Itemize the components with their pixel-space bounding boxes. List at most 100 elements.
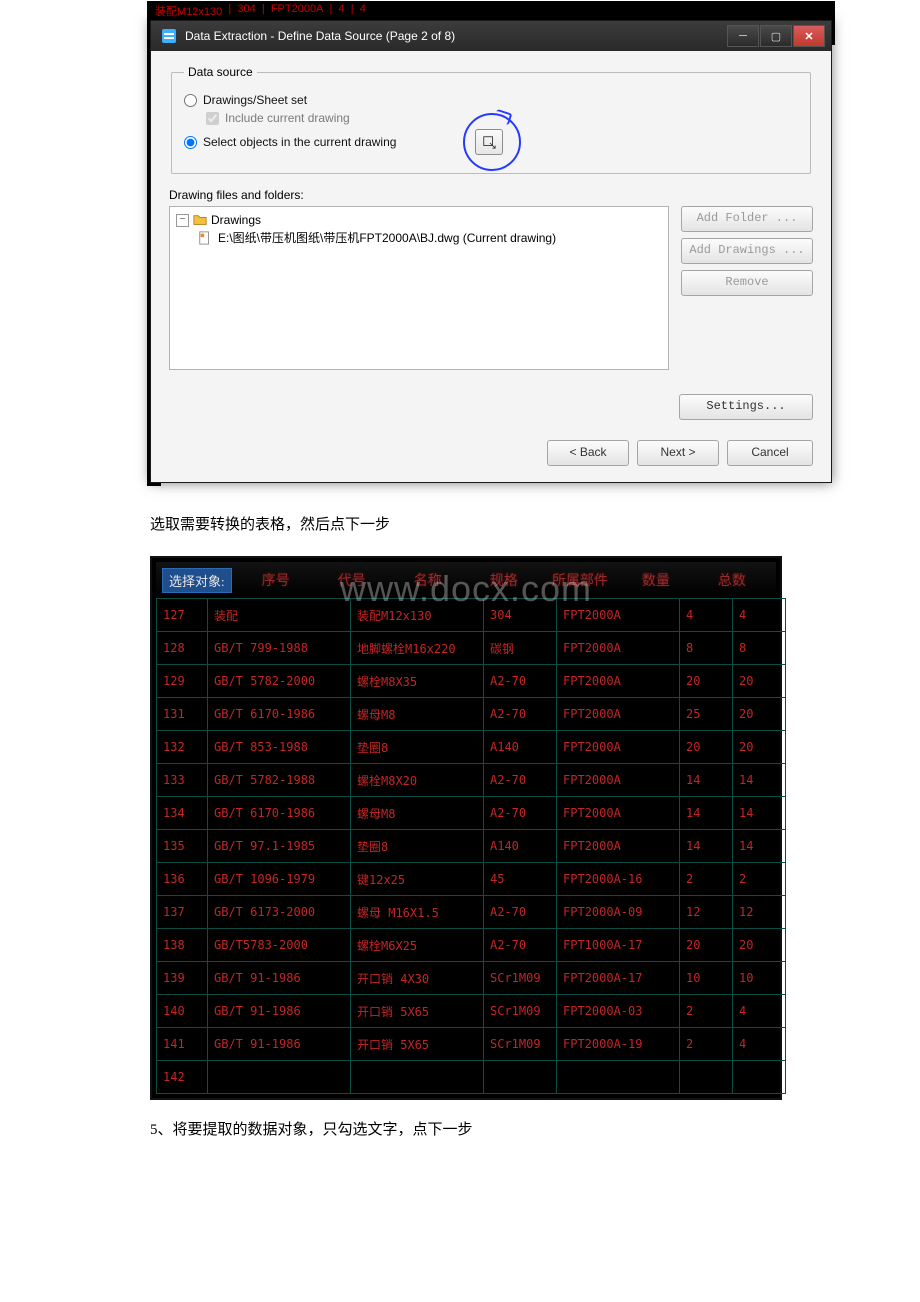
table-cell [680,1061,733,1094]
table-cell: 8 [680,632,733,665]
table-cell [208,1061,351,1094]
table-cell: 2 [680,1028,733,1061]
label-include-current: Include current drawing [225,111,350,125]
table-cell: 10 [733,962,786,995]
table-cell: 20 [733,665,786,698]
close-button[interactable]: ✕ [793,25,825,47]
table-cell: GB/T 1096-1979 [208,863,351,896]
label-drawings-sheetset: Drawings/Sheet set [203,93,307,107]
table-row: 140GB/T 91-1986开口销 5X65SCr1M09FPT2000A-0… [157,995,786,1028]
table-cell: 2 [680,995,733,1028]
next-button[interactable]: Next > [637,440,719,466]
cad-table-screenshot: www.docx.com 选择对象: 序号代号名称规格所属部件数量总数 127装… [150,556,782,1100]
table-cell: 开口销 5X65 [351,995,484,1028]
cad-head-4: 所属部件 [542,570,618,590]
table-cell: 8 [733,632,786,665]
table-cell: SCr1M09 [484,962,557,995]
instruction-text-1: 选取需要转换的表格，然后点下一步 [150,513,840,534]
cad-data-table: 127装配装配M12x130304FPT2000A44128GB/T 799-1… [156,598,786,1094]
table-cell: A2-70 [484,698,557,731]
table-cell: 20 [733,698,786,731]
table-cell [733,1061,786,1094]
table-cell: A2-70 [484,764,557,797]
table-cell: 14 [733,830,786,863]
table-cell: 开口销 5X65 [351,1028,484,1061]
cancel-button[interactable]: Cancel [727,440,813,466]
cad-head-3: 规格 [466,570,542,590]
table-cell: 133 [157,764,208,797]
table-cell: 开口销 4X30 [351,962,484,995]
table-cell: 20 [680,929,733,962]
table-cell: GB/T 5782-1988 [208,764,351,797]
table-row: 133GB/T 5782-1988螺栓M8X20A2-70FPT2000A141… [157,764,786,797]
maximize-button[interactable]: ▢ [760,25,792,47]
table-cell: 20 [680,731,733,764]
table-cell: 螺母M8 [351,698,484,731]
radio-select-objects[interactable] [184,136,197,149]
table-cell: FPT2000A [557,764,680,797]
table-cell: 142 [157,1061,208,1094]
table-cell: GB/T 97.1-1985 [208,830,351,863]
table-cell: 4 [733,995,786,1028]
table-row: 141GB/T 91-1986开口销 5X65SCr1M09FPT2000A-1… [157,1028,786,1061]
titlebar: Data Extraction - Define Data Source (Pa… [151,21,831,51]
table-cell: 4 [680,599,733,632]
table-cell: 135 [157,830,208,863]
table-cell: SCr1M09 [484,1028,557,1061]
table-cell: GB/T 6173-2000 [208,896,351,929]
radio-drawings-sheetset[interactable] [184,94,197,107]
table-cell: 装配 [208,599,351,632]
table-cell: 132 [157,731,208,764]
table-cell: GB/T 853-1988 [208,731,351,764]
table-cell: 131 [157,698,208,731]
table-cell: 129 [157,665,208,698]
table-cell: GB/T5783-2000 [208,929,351,962]
table-cell: FPT2000A [557,731,680,764]
table-cell: 10 [680,962,733,995]
app-icon [161,28,177,44]
table-cell: A2-70 [484,665,557,698]
table-cell: 20 [733,731,786,764]
table-cell: FPT2000A-09 [557,896,680,929]
table-cell: A140 [484,731,557,764]
tree-root-node[interactable]: − Drawings [176,213,662,227]
table-cell: 14 [680,830,733,863]
table-cell: 136 [157,863,208,896]
table-row: 134GB/T 6170-1986螺母M8A2-70FPT2000A1414 [157,797,786,830]
back-button[interactable]: < Back [547,440,629,466]
table-cell: 25 [680,698,733,731]
table-cell: 14 [680,764,733,797]
table-cell: FPT1000A-17 [557,929,680,962]
instruction-text-2: 5、将要提取的数据对象，只勾选文字，点下一步 [150,1118,840,1139]
table-cell: 140 [157,995,208,1028]
table-cell: 14 [680,797,733,830]
pick-objects-button[interactable] [475,129,503,155]
table-cell: GB/T 6170-1986 [208,797,351,830]
table-cell: 20 [733,929,786,962]
add-folder-button[interactable]: Add Folder ... [681,206,813,232]
files-folders-label: Drawing files and folders: [169,188,813,202]
data-extraction-dialog: 装配M12x130 | 304 | FPT2000A | 4 | 4 BBBBB… [150,20,832,483]
table-cell: FPT2000A-19 [557,1028,680,1061]
cad-head-5: 数量 [618,570,694,590]
drawings-tree[interactable]: − Drawings E:\图纸\带压机图纸\带压机FPT2000A\BJ.dw… [169,206,669,370]
table-cell: 12 [680,896,733,929]
settings-button[interactable]: Settings... [679,394,813,420]
table-row: 136GB/T 1096-1979键12x2545FPT2000A-1622 [157,863,786,896]
remove-button[interactable]: Remove [681,270,813,296]
table-cell: FPT2000A [557,599,680,632]
minimize-button[interactable]: ─ [727,25,759,47]
table-cell: A2-70 [484,929,557,962]
data-source-group: Data source Drawings/Sheet set Include c… [171,65,811,174]
table-row: 142 [157,1061,786,1094]
table-cell: GB/T 91-1986 [208,962,351,995]
table-cell: 2 [680,863,733,896]
table-cell: 螺栓M8X20 [351,764,484,797]
add-drawings-button[interactable]: Add Drawings ... [681,238,813,264]
table-cell: GB/T 5782-2000 [208,665,351,698]
table-cell: FPT2000A [557,665,680,698]
tree-collapse-icon[interactable]: − [176,214,189,227]
tree-child-node[interactable]: E:\图纸\带压机图纸\带压机FPT2000A\BJ.dwg (Current … [198,229,662,246]
folder-icon [193,213,207,227]
table-cell: SCr1M09 [484,995,557,1028]
